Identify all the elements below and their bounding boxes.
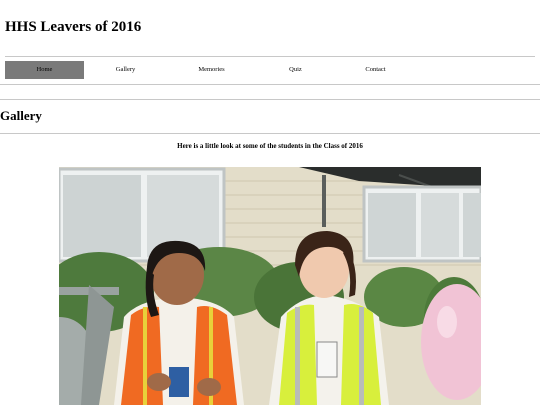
nav-item-home[interactable]: Home [5,61,84,79]
nav-item-gallery[interactable]: Gallery [86,61,165,79]
nav-item-quiz[interactable]: Quiz [256,61,335,79]
gallery-photo [59,167,481,405]
nav-item-contact[interactable]: Contact [336,61,415,79]
header-divider [5,56,535,57]
main-nav: Home Gallery Memories Quiz Contact [5,61,535,79]
page-heading: Gallery [0,108,42,123]
site-title: HHS Leavers of 2016 [5,19,142,35]
section-divider-bottom [0,133,540,134]
nav-item-memories[interactable]: Memories [172,61,251,79]
nav-divider [0,84,540,85]
section-divider-top [0,99,540,100]
gallery-intro: Here is a little look at some of the stu… [177,142,363,150]
